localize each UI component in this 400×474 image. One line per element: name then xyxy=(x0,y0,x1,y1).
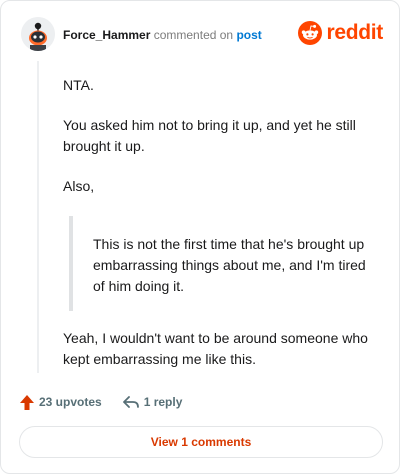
reddit-wordmark: reddit xyxy=(326,21,383,44)
reddit-logo[interactable]: reddit xyxy=(298,20,383,46)
upvote-arrow-icon xyxy=(20,394,34,410)
reply-button[interactable]: 1 reply xyxy=(122,394,183,410)
reply-arrow-icon xyxy=(122,396,139,408)
reply-count: 1 reply xyxy=(143,395,183,409)
quoted-text: This is not the first time that he's bro… xyxy=(69,216,381,311)
meta-verb: commented on xyxy=(153,28,234,42)
reddit-snoo-icon xyxy=(298,21,323,45)
thread-line xyxy=(37,61,39,373)
comment-meta: Force_Hammer commented on post xyxy=(63,27,262,43)
comment-actions: 23 upvotes 1 reply xyxy=(19,391,182,413)
comment-card: Force_Hammer commented on post reddit NT… xyxy=(0,0,400,474)
post-link[interactable]: post xyxy=(236,28,261,42)
comment-paragraph: You asked him not to bring it up, and ye… xyxy=(63,117,356,154)
comment-header: Force_Hammer commented on post reddit xyxy=(21,15,383,55)
quote-text: This is not the first time that he's bro… xyxy=(93,236,366,294)
user-avatar[interactable] xyxy=(21,17,55,51)
upvote-count: 23 upvotes xyxy=(39,395,102,409)
snoo-avatar-icon xyxy=(21,17,55,51)
view-comments-button[interactable]: View 1 comments xyxy=(19,426,383,458)
comment-paragraph: Also, xyxy=(63,178,95,194)
author-name[interactable]: Force_Hammer xyxy=(63,28,150,42)
upvote-button[interactable]: 23 upvotes xyxy=(19,394,102,411)
comment-body: NTA. You asked him not to bring it up, a… xyxy=(63,75,381,389)
comment-paragraph: Yeah, I wouldn't want to be around someo… xyxy=(63,330,368,367)
comment-paragraph: NTA. xyxy=(63,77,94,93)
